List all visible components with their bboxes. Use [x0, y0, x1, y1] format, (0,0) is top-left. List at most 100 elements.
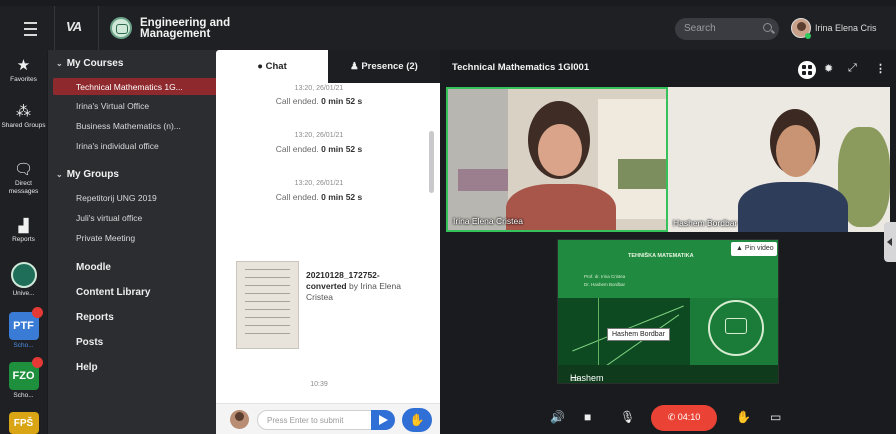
file-message[interactable]: 20210128_172752-converted by Irina Elena… — [306, 270, 416, 303]
message-duration: 0 min 52 s — [321, 96, 363, 106]
system-message: Call ended. 0 min 52 s — [216, 96, 422, 106]
course-label: Technical Mathematics 1G... — [76, 82, 183, 92]
app-logo[interactable]: VA — [66, 19, 82, 34]
nav-link-moodle[interactable]: Moodle — [76, 262, 111, 273]
camera-icon[interactable]: ■ — [584, 410, 591, 424]
file-thumbnail[interactable] — [236, 261, 299, 349]
person-body — [738, 182, 848, 232]
message-duration: 0 min 52 s — [321, 192, 363, 202]
avatar — [230, 410, 249, 429]
grid-view-icon[interactable] — [798, 61, 816, 79]
message-text: Call ended. — [275, 192, 319, 202]
course-item[interactable]: Irina's Virtual Office — [76, 101, 149, 111]
course-item[interactable]: Business Mathematics (n)... — [76, 121, 181, 131]
nav-link-posts[interactable]: Posts — [76, 337, 103, 348]
raise-hand-button[interactable]: ✋ — [402, 408, 432, 432]
search-placeholder: Search — [684, 23, 716, 34]
nav-link-help[interactable]: Help — [76, 362, 98, 373]
user-name[interactable]: Irina Elena Cris — [815, 23, 877, 33]
rail-label: Direct messages — [8, 180, 39, 195]
phone-icon: ✆ — [667, 412, 676, 422]
group-item[interactable]: Juli's virtual office — [76, 213, 142, 223]
video-tile-hashem[interactable]: Hashem Bordbar — [668, 87, 890, 232]
tab-chat[interactable]: ● Chat — [216, 50, 328, 83]
nav-link-content-library[interactable]: Content Library — [76, 287, 150, 298]
pin-video-button[interactable]: ▲ Pin video — [731, 242, 777, 256]
fps-logo-icon: FPŠ — [8, 412, 39, 434]
nav-link-reports[interactable]: Reports — [76, 312, 114, 323]
send-button[interactable] — [371, 410, 395, 430]
rail-item-shared-groups[interactable]: ⁂ Shared Groups — [0, 104, 47, 130]
course-nav: ⌄ My Courses Technical Mathematics 1G... … — [48, 50, 263, 434]
divider — [54, 6, 55, 50]
tab-label: Presence (2) — [361, 61, 418, 72]
chat-bubble-icon: 🗨 — [13, 161, 34, 178]
message-text: Call ended. — [275, 96, 319, 106]
video-tile-irina[interactable]: Irina Elena Cristea — [446, 87, 668, 232]
rail-logo-text: PTF — [13, 320, 34, 332]
chat-messages[interactable]: 13:20, 26/01/21 Call ended. 0 min 52 s 1… — [216, 83, 440, 403]
message-duration: 0 min 52 s — [321, 144, 363, 154]
menu-icon[interactable] — [18, 16, 42, 40]
chat-input[interactable]: Press Enter to submit — [257, 410, 385, 430]
pin-label: Pin video — [744, 245, 774, 252]
chevron-down-icon: ⌄ — [56, 59, 63, 68]
rail-item-direct-messages[interactable]: 🗨 Direct messages — [0, 162, 47, 196]
background — [458, 169, 508, 191]
input-placeholder: Press Enter to submit — [267, 416, 344, 425]
org-name[interactable]: Engineering and Management — [140, 17, 250, 40]
search-input[interactable]: Search — [675, 18, 779, 40]
pin-icon: ▲ — [736, 245, 743, 252]
screen-share-icon[interactable]: ▭ — [770, 410, 781, 424]
microphone-icon[interactable]: 🎙 — [620, 410, 635, 424]
rail-item-fps[interactable]: FPŠ — [0, 412, 47, 434]
rail-item-university[interactable]: Unive... — [0, 262, 47, 298]
chart-icon: ▟ — [18, 218, 29, 233]
meeting-title: Technical Mathematics 1GI001 — [452, 62, 590, 73]
speaker-icon[interactable]: 🔊 — [550, 410, 565, 424]
collapse-panel-handle[interactable] — [884, 222, 896, 262]
share-owner-name: Hashem Bordbar — [570, 373, 604, 383]
slide-title: TEHNIŠKA MATEMATIKA — [628, 253, 694, 259]
expand-icon[interactable]: ⤢ — [848, 62, 857, 75]
star-icon: ★ — [16, 57, 31, 74]
raise-hand-icon[interactable]: ✋ — [736, 410, 751, 424]
rail-item-fzo[interactable]: FZO Scho... — [0, 357, 47, 400]
person-icon: ♟ — [350, 61, 359, 72]
top-bar: VA Engineering and Management Search Iri… — [0, 6, 896, 50]
gear-icon[interactable]: ✹ — [824, 62, 833, 75]
slide-text: Prof. dr. Irina Cristea — [584, 274, 626, 279]
chat-input-bar: Press Enter to submit ✋ — [216, 403, 440, 434]
background — [618, 159, 666, 189]
message-time: 10:39 — [310, 381, 328, 388]
group-item[interactable]: Private Meeting — [76, 233, 135, 243]
section-label: My Courses — [66, 58, 124, 69]
org-logo-icon — [110, 17, 132, 39]
rail-label: Unive... — [12, 290, 35, 297]
my-courses-header[interactable]: ⌄ My Courses — [56, 58, 123, 69]
more-options-icon[interactable]: ⋮ — [875, 62, 886, 75]
group-item[interactable]: Repetitorij UNG 2019 — [76, 193, 157, 203]
message-time: 13:20, 26/01/21 — [294, 180, 344, 187]
system-message: Call ended. 0 min 52 s — [216, 144, 422, 154]
chat-bubble-icon: ● — [257, 61, 263, 72]
rail-item-reports[interactable]: ▟ Reports — [0, 218, 47, 244]
background — [448, 89, 508, 230]
divider — [98, 6, 99, 50]
screen-share-tile[interactable]: TEHNIŠKA MATEMATIKA Prof. dr. Irina Cris… — [557, 239, 779, 384]
rail-label: Favorites — [10, 76, 37, 83]
my-groups-header[interactable]: ⌄ My Groups — [56, 169, 119, 180]
course-item[interactable]: Irina's individual office — [76, 141, 159, 151]
rail-item-favorites[interactable]: ★ Favorites — [0, 58, 47, 84]
chat-scrollbar[interactable] — [429, 131, 434, 193]
search-icon[interactable] — [763, 23, 772, 32]
icon-rail: ★ Favorites ⁂ Shared Groups 🗨 Direct mes… — [0, 50, 47, 434]
slide-text: Dr. Hashem Bordbar — [584, 282, 626, 287]
hang-up-button[interactable]: ✆ 04:10 — [651, 405, 717, 431]
tab-presence[interactable]: ♟ Presence (2) — [328, 50, 440, 83]
fzo-logo-icon: FZO — [8, 357, 43, 390]
rail-item-ptf[interactable]: PTF Scho... — [0, 307, 47, 350]
participant-name: Hashem Bordbar — [673, 218, 738, 228]
chat-tabs: ● Chat ♟ Presence (2) — [216, 50, 440, 83]
rail-label: Reports — [12, 236, 35, 243]
